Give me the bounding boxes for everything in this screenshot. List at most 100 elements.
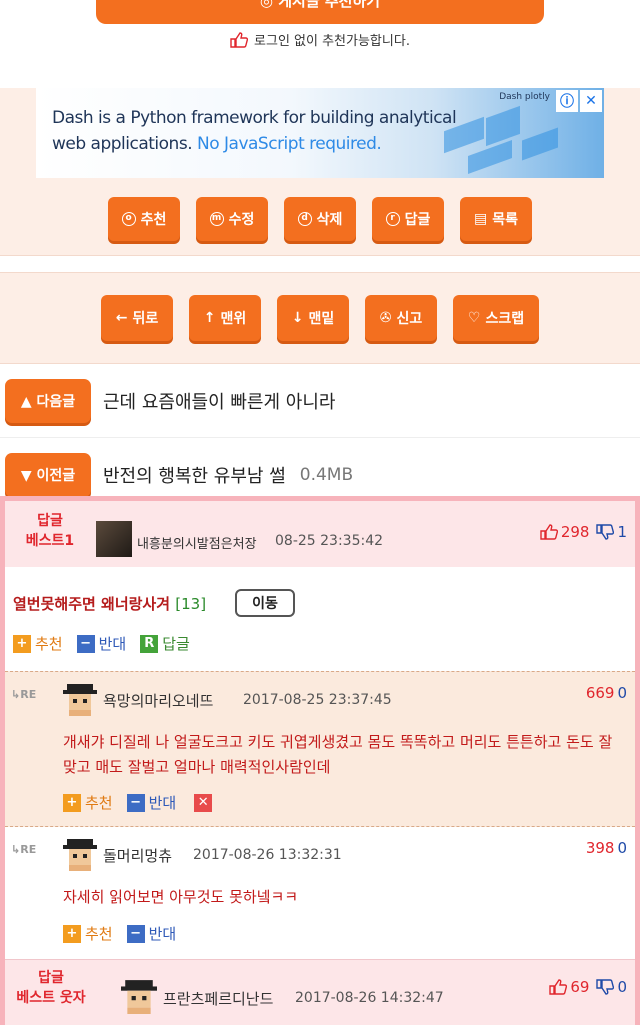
top-icon: ↑ — [203, 310, 216, 326]
best-label: 답글 베스트 웃자 — [11, 968, 91, 1008]
thumbs-down-icon[interactable] — [596, 979, 615, 995]
minus-icon: − — [126, 924, 145, 943]
spacer — [0, 256, 640, 272]
downvote-count: 0 — [617, 839, 627, 857]
thumbs-up-icon — [230, 32, 249, 52]
button-label: 수정 — [228, 211, 255, 228]
report-button[interactable]: ✇ 신고 — [365, 295, 437, 341]
re-tag: ↳RE — [11, 843, 37, 856]
prev-post-button[interactable]: ▼ 이전글 — [5, 452, 91, 497]
avatar[interactable] — [96, 521, 132, 557]
button-label: 맨밑 — [308, 311, 335, 327]
post-actions: o 추천 m 수정 d 삭제 r 답글 ▤ 목록 — [0, 180, 640, 256]
best-label-line2: 베스트 웃자 — [16, 990, 86, 1006]
recommend-button[interactable]: o 추천 — [108, 196, 180, 241]
comment-user[interactable]: 프란츠페르디난드 — [163, 988, 273, 1009]
recommend-label: 추천 — [85, 925, 113, 943]
delete-icon: d — [297, 211, 312, 226]
bottom-button[interactable]: ↓ 맨밑 — [277, 295, 349, 341]
oppose-label: 반대 — [148, 925, 177, 943]
reply-votes: 398 0 — [586, 839, 627, 857]
reply-text: 개새갸 디질레 나 얼굴도크고 키도 귀엽게생겼고 몸도 똑똑하고 머리도 튼튼… — [63, 733, 613, 776]
best-comment-header: 답글 베스트1 내흥분의시발점은처장 08-25 23:35:42 298 1 — [5, 501, 635, 567]
thumbs-up-icon[interactable] — [549, 979, 568, 995]
reply-votes: 669 0 — [586, 684, 627, 702]
back-button[interactable]: ← 뒤로 — [101, 295, 173, 341]
button-label: 목록 — [492, 211, 518, 228]
downvote-count: 0 — [617, 684, 627, 702]
reply-label: 답글 — [162, 635, 190, 653]
reply-delete[interactable]: ✕ — [194, 792, 213, 813]
reply-oppose[interactable]: − 반대 — [126, 792, 177, 813]
next-post-button[interactable]: ▲ 다음글 — [5, 378, 91, 423]
move-button[interactable]: 이동 — [235, 589, 295, 617]
ad-brand: Dash plotly — [499, 92, 550, 102]
button-label: 삭제 — [316, 211, 343, 228]
reply-actions: + 추천 − 반대 ✕ — [63, 792, 213, 813]
button-label: 신고 — [396, 311, 423, 327]
next-post-row[interactable]: ▲ 다음글 근데 요즘애들이 빠른게 아니라 — [0, 364, 640, 438]
avatar[interactable] — [63, 682, 97, 716]
thumbs-up-icon[interactable] — [540, 524, 558, 540]
comment-actions: + 추천 − 반대 R 답글 — [13, 633, 190, 654]
recommend-label: 추천 — [35, 635, 63, 653]
plus-icon: + — [63, 793, 81, 812]
list-button[interactable]: ▤ 목록 — [460, 196, 532, 241]
scrap-button[interactable]: ♡ 스크랩 — [453, 295, 539, 341]
downvote-count: 0 — [617, 978, 627, 996]
best-comments-box: 답글 베스트1 내흥분의시발점은처장 08-25 23:35:42 298 1 … — [0, 496, 640, 1025]
comment-user[interactable]: 내흥분의시발점은처장 — [137, 533, 257, 552]
comment-oppose[interactable]: − 반대 — [76, 633, 127, 654]
avatar[interactable] — [121, 978, 157, 1014]
next-post-title[interactable]: 근데 요즘애들이 빠른게 아니라 — [103, 388, 335, 414]
ad-info-icon[interactable]: ⓘ — [556, 90, 578, 112]
reply-icon: r — [385, 211, 400, 226]
reply-text: 자세히 읽어보면 아무것도 못하넼ㅋㅋ — [63, 888, 299, 906]
comment-votes: 298 1 — [540, 523, 627, 541]
ad-close-icon[interactable]: ✕ — [580, 90, 602, 112]
prev-post-size: 0.4MB — [299, 464, 354, 485]
oppose-label: 반대 — [148, 794, 177, 812]
edit-icon: m — [209, 211, 224, 226]
page-actions: ← 뒤로 ↑ 맨위 ↓ 맨밑 ✇ 신고 ♡ 스크랩 — [0, 272, 640, 364]
plus-icon: + — [63, 924, 81, 943]
ad-band: Dash is a Python framework for building … — [0, 88, 640, 180]
top-section: ◎ 게시글 추천하기 로그인 없이 추천가능합니다. — [0, 0, 640, 88]
best-comment-header: 답글 베스트 웃자 프란츠페르디난드 2017-08-26 14:32:47 6… — [5, 959, 635, 1025]
prev-post-title[interactable]: 반전의 행복한 유부남 썰 — [103, 462, 286, 488]
ad-banner[interactable]: Dash is a Python framework for building … — [36, 88, 604, 178]
button-label: 스크랩 — [485, 311, 525, 327]
delete-button[interactable]: d 삭제 — [284, 196, 356, 241]
button-label: 답글 — [404, 211, 431, 228]
bottom-icon: ↓ — [291, 310, 304, 326]
best-label: 답글 베스트1 — [15, 511, 85, 551]
avatar[interactable] — [63, 837, 97, 871]
upvote-count: 398 — [585, 839, 615, 857]
reply-recommend[interactable]: + 추천 — [63, 792, 113, 813]
re-label: RE — [20, 843, 37, 856]
reply-recommend[interactable]: + 추천 — [63, 923, 113, 944]
downvote-count: 1 — [617, 523, 627, 541]
recommend-label: 추천 — [85, 794, 113, 812]
page: ◎ 게시글 추천하기 로그인 없이 추천가능합니다. Dash is a Pyt… — [0, 0, 640, 1025]
best-label-line2: 베스트1 — [25, 533, 75, 549]
thumbs-down-icon[interactable] — [596, 524, 615, 540]
report-icon: ✇ — [379, 310, 392, 326]
comment-votes: 69 0 — [549, 978, 627, 996]
reply-user[interactable]: 욕망의마리오네뜨 — [103, 690, 213, 711]
reply-user[interactable]: 돌머리멍츄 — [103, 845, 172, 866]
button-label: 추천 — [140, 211, 167, 228]
reply-button[interactable]: r 답글 — [372, 196, 444, 241]
ad-graphic — [424, 94, 564, 175]
oppose-label: 반대 — [98, 635, 127, 653]
minus-icon: − — [126, 793, 145, 812]
recommend-post-button[interactable]: ◎ 게시글 추천하기 — [96, 0, 544, 24]
comment-reply[interactable]: R 답글 — [140, 633, 190, 654]
ad-line2: web applications. No JavaScript required… — [52, 134, 382, 154]
comment-text-body: 열번못해주면 왜너랑사겨 — [13, 595, 171, 613]
edit-button[interactable]: m 수정 — [196, 196, 268, 241]
top-button[interactable]: ↑ 맨위 — [189, 295, 261, 341]
reply-oppose[interactable]: − 반대 — [126, 923, 177, 944]
ad-line1: Dash is a Python framework for building … — [52, 108, 457, 128]
comment-recommend[interactable]: + 추천 — [13, 633, 63, 654]
